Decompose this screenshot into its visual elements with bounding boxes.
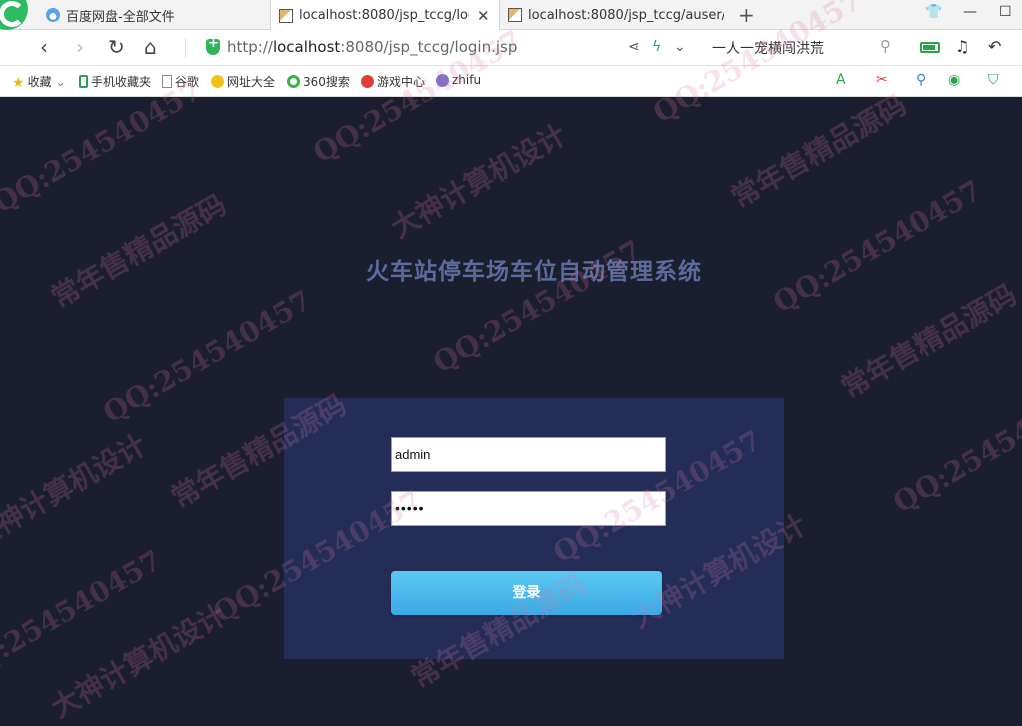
page-icon [279, 8, 293, 23]
zhifu-icon [436, 73, 449, 87]
tab-login-active[interactable]: localhost:8080/jsp_tccg/login.j ✕ [270, 0, 500, 31]
tab-baidu-pan[interactable]: 百度网盘-全部文件 [46, 0, 266, 30]
close-tab-icon[interactable]: ✕ [477, 7, 490, 25]
browser-tab-strip: 百度网盘-全部文件 localhost:8080/jsp_tccg/login.… [0, 0, 1022, 31]
game-center-icon [361, 75, 374, 88]
scissors-icon[interactable]: ✂ [876, 72, 888, 88]
headphones-icon[interactable]: ♫ [955, 37, 969, 56]
bookmark-zhifu[interactable]: zhifu [436, 73, 481, 87]
star-icon: ★ [12, 75, 25, 91]
bookmark-label: 谷歌 [175, 75, 200, 89]
bookmark-google[interactable]: 谷歌 [162, 73, 199, 90]
lightning-icon[interactable]: ϟ [652, 39, 661, 55]
battery-icon[interactable] [920, 42, 940, 53]
bookmark-nav[interactable]: 网址大全 [211, 73, 275, 90]
shield-icon[interactable]: ⛉ [988, 72, 999, 88]
bookmark-label: 网址大全 [227, 75, 276, 89]
search-icon[interactable]: ⚲ [880, 37, 891, 55]
tab-auser[interactable]: localhost:8080/jsp_tccg/auser/ [502, 0, 730, 30]
bookmark-label: 收藏 [27, 75, 52, 89]
chevron-down-icon: ⌄ [55, 74, 66, 89]
url-scheme: http:// [227, 38, 273, 56]
gamepad-icon[interactable]: ◉ [948, 72, 960, 88]
shirt-skin-icon[interactable]: 👕 [925, 4, 942, 20]
page-icon [508, 8, 522, 22]
address-toolbar: ‹ › ↻ ⌂ http://localhost:8080/jsp_tccg/l… [0, 30, 1022, 66]
browser-logo-icon[interactable] [0, 0, 28, 30]
bookmark-label: 360搜索 [303, 75, 350, 89]
back-icon[interactable]: ‹ [40, 36, 48, 58]
login-panel: admin ••••• 登录 [284, 398, 784, 659]
minimize-icon[interactable]: — [963, 4, 977, 20]
username-input[interactable]: admin [391, 437, 666, 472]
share-icon[interactable]: ⋖ [628, 39, 640, 55]
bookmarks-bar: ★ 收藏 ⌄ 手机收藏夹 谷歌 网址大全 360搜索 游戏中心 zhifu A … [0, 66, 1022, 97]
bookmark-label: 手机收藏夹 [91, 75, 152, 89]
bookmark-favorites[interactable]: ★ 收藏 ⌄ [12, 73, 66, 92]
phone-icon [79, 75, 88, 88]
maximize-icon[interactable]: ☐ [999, 4, 1012, 20]
url-field[interactable]: http://localhost:8080/jsp_tccg/login.jsp [227, 38, 517, 56]
home-icon[interactable]: ⌂ [144, 36, 157, 58]
tab-label: 百度网盘-全部文件 [66, 9, 175, 25]
page-title: 火车站停车场车位自动管理系统 [366, 259, 702, 285]
nav-icon [211, 75, 224, 88]
bookmark-label: 游戏中心 [377, 75, 426, 89]
bookmark-360[interactable]: 360搜索 [287, 73, 350, 90]
password-input[interactable]: ••••• [391, 491, 666, 526]
search-suggestion[interactable]: 一人一宠横闯洪荒 [712, 38, 824, 58]
undo-icon[interactable]: ↶ [988, 37, 1001, 56]
cloud-icon [46, 8, 60, 22]
bookmark-mobile[interactable]: 手机收藏夹 [79, 73, 151, 90]
bookmark-label: zhifu [452, 73, 482, 87]
search-icon[interactable]: ⚲ [916, 72, 926, 88]
new-tab-icon[interactable]: + [738, 3, 755, 27]
chevron-down-icon[interactable]: ⌄ [674, 39, 686, 55]
secure-shield-icon[interactable] [206, 36, 220, 55]
document-icon [162, 75, 172, 88]
translate-icon[interactable]: A [836, 72, 846, 88]
tab-label: localhost:8080/jsp_tccg/login.j [299, 8, 469, 23]
login-button[interactable]: 登录 [391, 571, 662, 615]
bookmark-games[interactable]: 游戏中心 [361, 73, 425, 90]
tab-label: localhost:8080/jsp_tccg/auser/ [528, 7, 724, 23]
forward-icon[interactable]: › [76, 36, 84, 58]
login-page: 火车站停车场车位自动管理系统 admin ••••• 登录 [0, 97, 1022, 690]
refresh-icon[interactable]: ↻ [108, 36, 125, 58]
url-host: localhost [272, 38, 341, 56]
360-search-icon [287, 75, 300, 88]
toolbar-divider [185, 38, 186, 58]
url-path: :8080/jsp_tccg/login.jsp [340, 38, 518, 56]
